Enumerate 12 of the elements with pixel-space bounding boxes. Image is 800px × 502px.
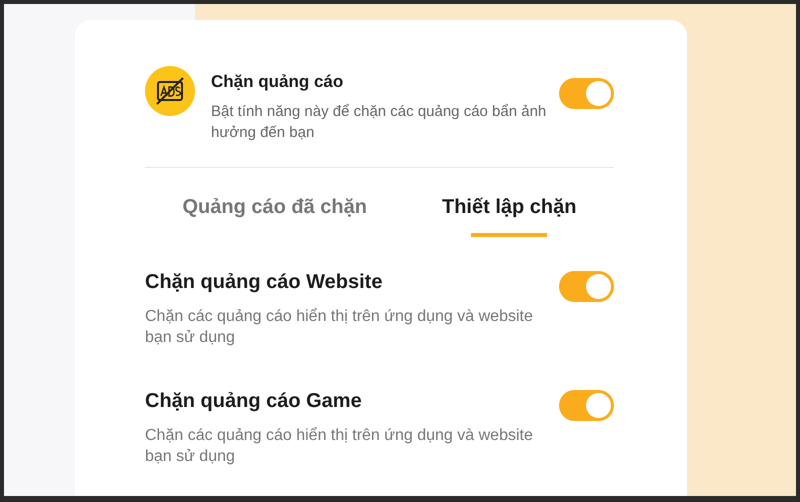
feature-title: Chặn quảng cáo — [211, 72, 344, 92]
setting-title: Chặn quảng cáo Website — [145, 271, 384, 294]
toggle-switch[interactable] — [559, 78, 614, 109]
setting-description: Chặn các quảng cáo hiển thị trên ứng dụng và website bạn sử dụng — [145, 307, 534, 348]
setting-description: Chặn các quảng cáo hiển thị trên ứng dụng và website bạn sử dụng — [145, 426, 534, 467]
feature-description: Bật tính năng này để chặn các quảng cáo bẩn ảnh hưởng đến bạn — [211, 102, 548, 143]
setting-title: Chặn quảng cáo Game — [145, 390, 363, 413]
ad-block-icon — [145, 66, 195, 116]
tab[interactable]: Thiết lập chặn — [442, 196, 576, 237]
tab[interactable]: Quảng cáo đã chặn — [182, 196, 367, 237]
toggle-switch[interactable] — [559, 271, 614, 302]
toggle-switch[interactable] — [559, 390, 614, 421]
